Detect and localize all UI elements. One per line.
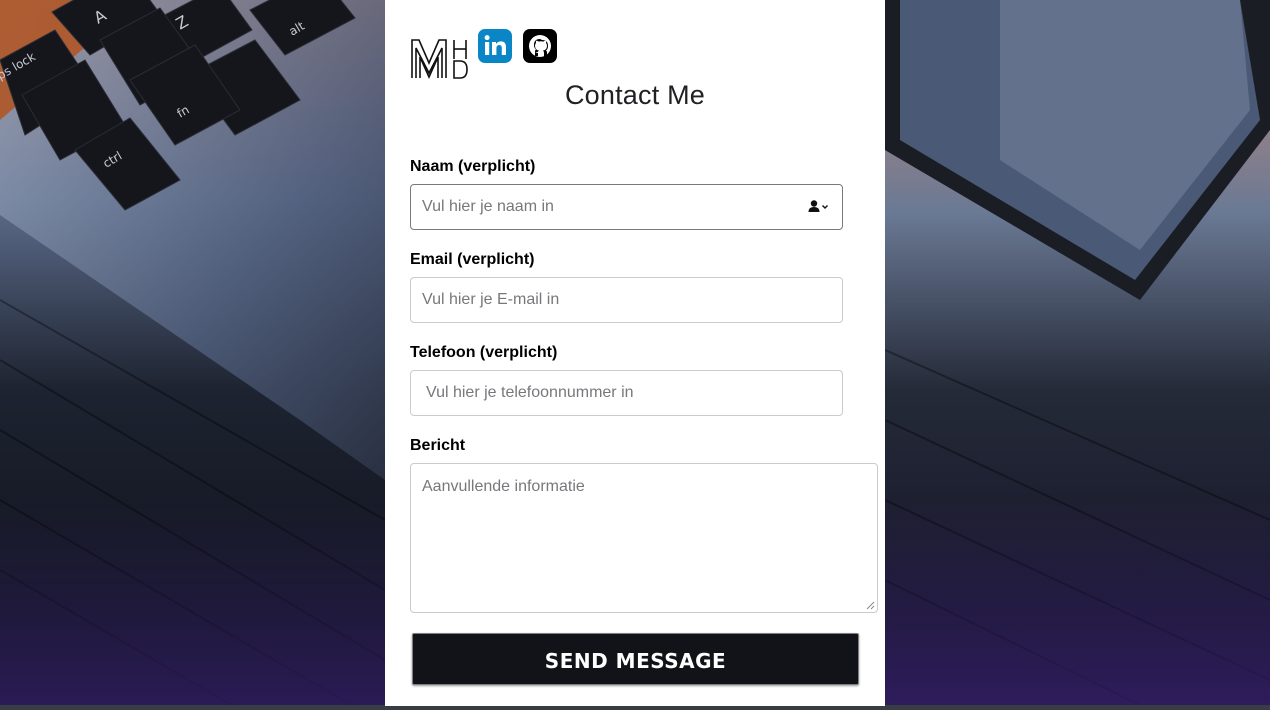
name-label: Naam (verplicht) xyxy=(410,158,536,175)
phone-input[interactable]: Vul hier je telefoonnummer in xyxy=(410,370,843,416)
linkedin-link[interactable] xyxy=(478,29,512,63)
email-input[interactable]: Vul hier je E-mail in xyxy=(410,277,843,323)
send-message-label: SEND MESSAGE xyxy=(544,649,727,673)
message-textarea[interactable]: Aanvullende informatie xyxy=(410,463,878,613)
github-icon xyxy=(529,35,551,57)
github-link[interactable] xyxy=(523,29,557,63)
linkedin-icon xyxy=(484,35,506,55)
message-label: Bericht xyxy=(410,437,466,454)
contact-panel: Contact Me Naam (verplicht) Vul hier je … xyxy=(385,0,885,706)
email-placeholder: Vul hier je E-mail in xyxy=(422,291,560,308)
mhd-logo[interactable] xyxy=(410,37,470,80)
resize-handle-icon[interactable] xyxy=(866,601,875,610)
name-input[interactable]: Vul hier je naam in xyxy=(410,184,843,230)
email-label: Email (verplicht) xyxy=(410,251,535,268)
phone-placeholder: Vul hier je telefoonnummer in xyxy=(426,384,634,401)
send-message-button[interactable]: SEND MESSAGE xyxy=(412,633,859,685)
page-title: Contact Me xyxy=(564,80,706,110)
phone-label: Telefoon (verplicht) xyxy=(410,344,558,361)
name-placeholder: Vul hier je naam in xyxy=(422,198,554,215)
message-placeholder: Aanvullende informatie xyxy=(422,478,585,495)
contact-autofill-icon[interactable] xyxy=(807,199,831,215)
